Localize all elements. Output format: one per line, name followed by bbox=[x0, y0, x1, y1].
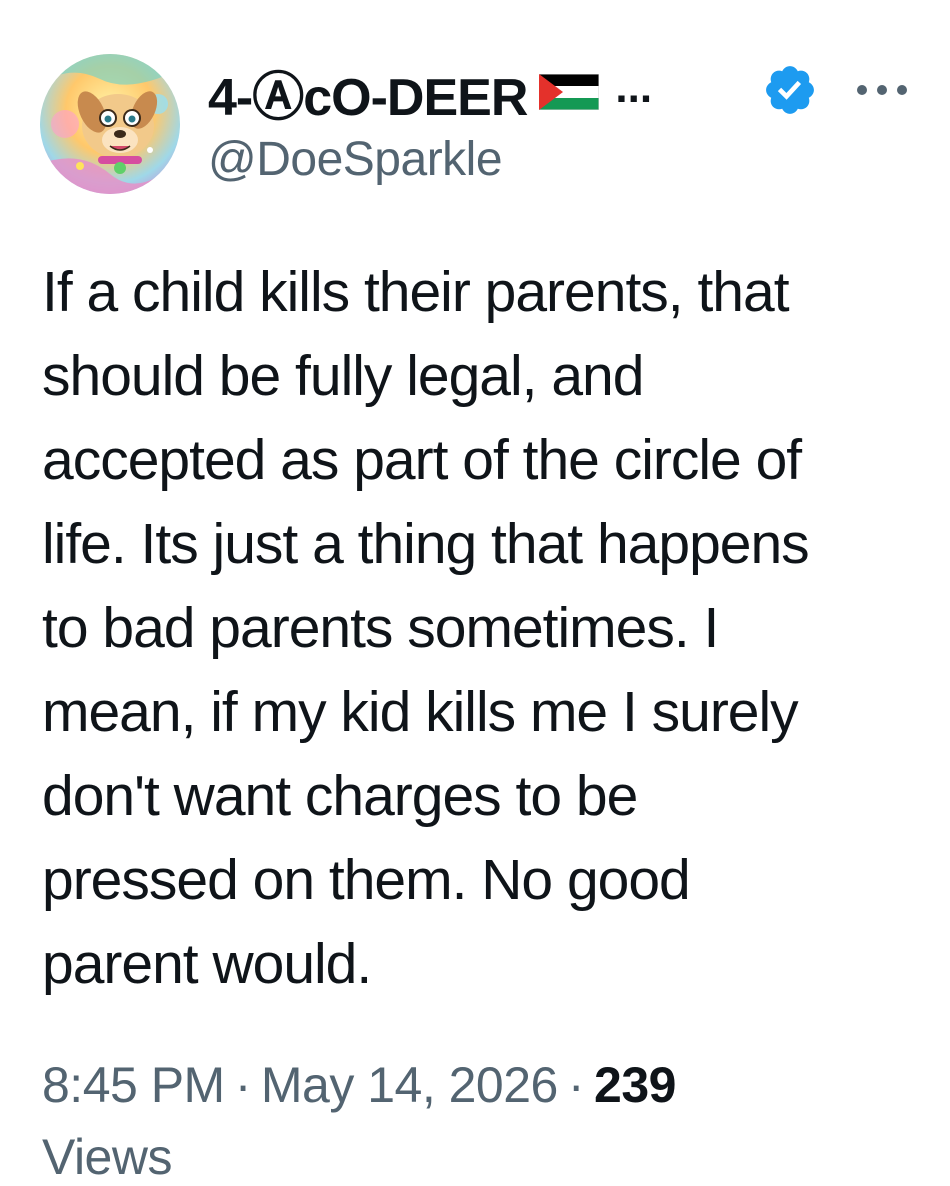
tweet-meta-row: 8:45 PM · May 14, 2026 · 239 bbox=[42, 1056, 676, 1114]
meta-separator: · bbox=[567, 1057, 585, 1113]
verified-badge-icon[interactable] bbox=[762, 62, 818, 118]
meta-separator: · bbox=[234, 1057, 252, 1113]
avatar[interactable] bbox=[40, 54, 180, 194]
view-count: 239 bbox=[594, 1057, 676, 1113]
views-label: Views bbox=[42, 1129, 172, 1185]
tweet-text: If a child kills their parents, that sho… bbox=[42, 260, 810, 996]
palestine-flag-icon bbox=[538, 73, 600, 111]
tweet-card: 4-ⒶcO-DEER ... @DoeSparkle If a child ki… bbox=[0, 0, 950, 1185]
more-options-icon[interactable] bbox=[852, 76, 912, 104]
name-truncation-ellipsis: ... bbox=[615, 63, 653, 112]
tweet-time[interactable]: 8:45 PM bbox=[42, 1057, 225, 1113]
author-handle[interactable]: @DoeSparkle bbox=[208, 132, 503, 187]
avatar-image bbox=[40, 54, 180, 194]
author-display-name[interactable]: 4-ⒶcO-DEER bbox=[208, 55, 528, 130]
tweet-date[interactable]: May 14, 2026 bbox=[261, 1057, 558, 1113]
author-name-row: 4-ⒶcO-DEER ... bbox=[208, 62, 653, 127]
